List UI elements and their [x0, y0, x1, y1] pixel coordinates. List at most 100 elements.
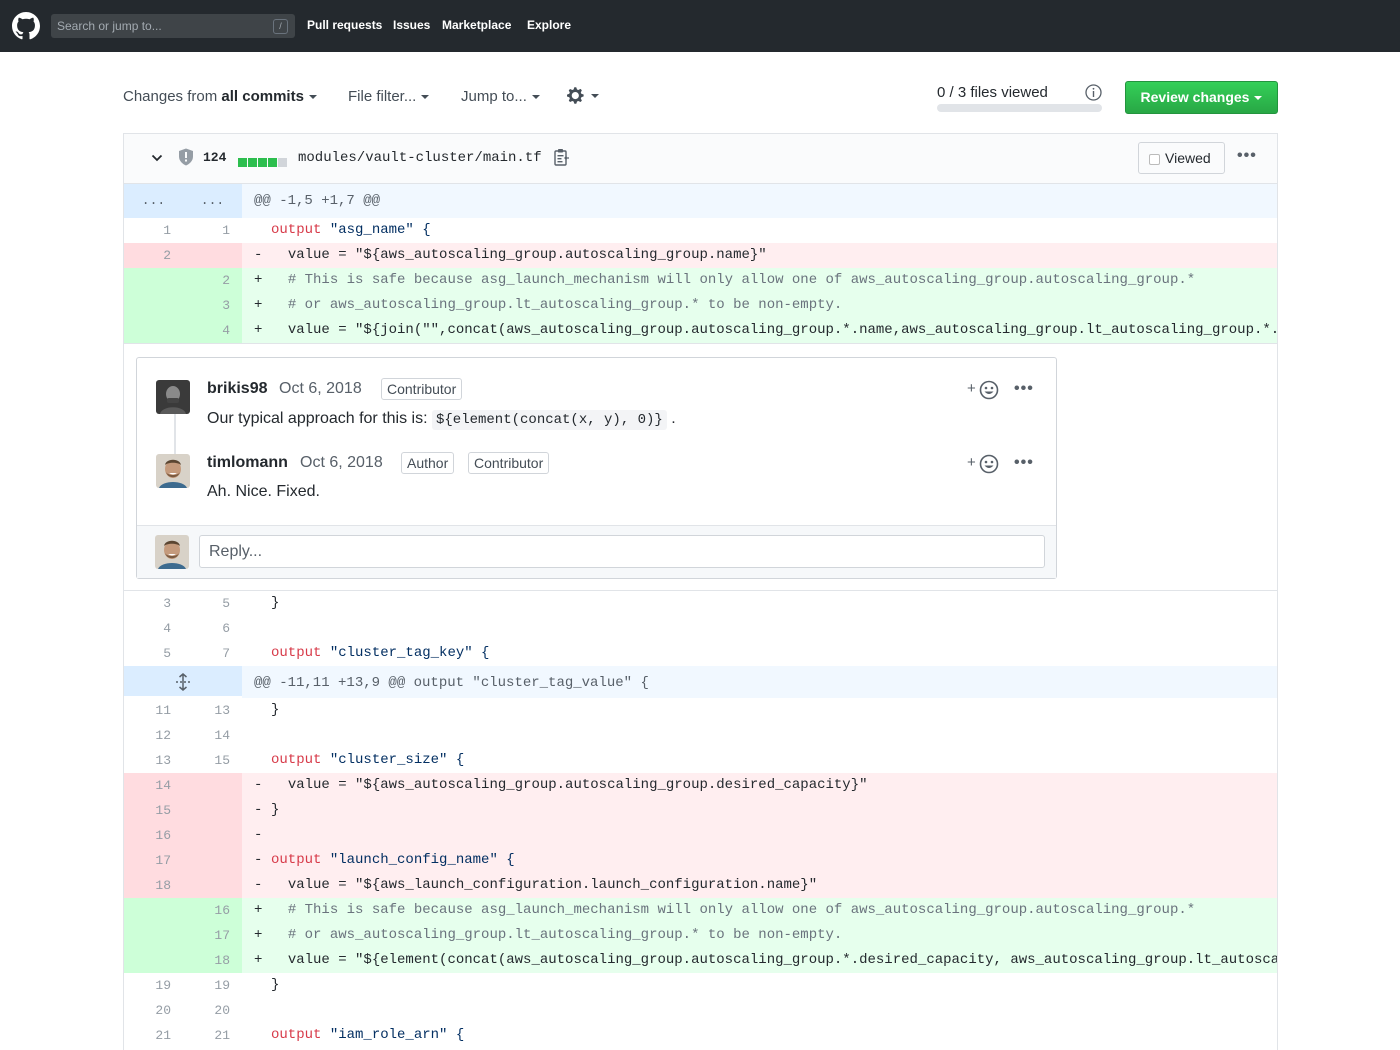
new-line-number[interactable]: 20	[183, 998, 242, 1023]
old-line-number[interactable]: 14	[124, 773, 183, 798]
old-line-number[interactable]: 20	[124, 998, 183, 1023]
new-line-number[interactable]	[183, 798, 242, 823]
new-line-number[interactable]	[183, 848, 242, 873]
old-line-number[interactable]: 16	[124, 823, 183, 848]
line-code	[242, 616, 1277, 641]
line-code: + # This is safe because asg_launch_mech…	[242, 268, 1277, 293]
expand-up-button[interactable]: ...	[124, 184, 183, 218]
old-line-number[interactable]: 5	[124, 641, 183, 666]
expand-button[interactable]	[124, 666, 242, 696]
new-line-number[interactable]: 4	[183, 318, 242, 343]
old-line-number[interactable]	[124, 268, 183, 293]
old-line-number[interactable]: 3	[124, 591, 183, 616]
diff-line: 11 13 }	[124, 698, 1277, 723]
old-line-number[interactable]	[124, 318, 183, 343]
diff-line: 5 7 output "cluster_tag_key" {	[124, 641, 1277, 666]
old-line-number[interactable]: 15	[124, 798, 183, 823]
old-line-number[interactable]	[124, 898, 183, 923]
new-line-number[interactable]	[183, 243, 242, 268]
avatar[interactable]	[156, 380, 190, 414]
smiley-icon	[979, 380, 999, 400]
file-filter-dropdown[interactable]: File filter...	[348, 88, 430, 105]
search-box[interactable]: /	[51, 14, 295, 38]
caret-down-icon	[1254, 96, 1263, 101]
viewed-checkbox[interactable]	[1149, 154, 1160, 165]
code-text: value = "${aws_autoscaling_group.autosca…	[287, 247, 767, 263]
old-line-number[interactable]: 21	[124, 1023, 183, 1048]
old-line-number[interactable]: 11	[124, 698, 183, 723]
line-code: - output "launch_config_name" {	[242, 848, 1277, 873]
file-path-link[interactable]: modules/vault-cluster/main.tf	[298, 150, 542, 166]
code-text: }	[271, 977, 280, 993]
old-line-number[interactable]	[124, 923, 183, 948]
new-line-number[interactable]: 7	[183, 641, 242, 666]
line-code	[242, 723, 1277, 748]
old-line-number[interactable]: 4	[124, 616, 183, 641]
jump-to-dropdown[interactable]: Jump to...	[461, 88, 540, 105]
old-line-number[interactable]	[124, 948, 183, 973]
line-code: + # or aws_autoscaling_group.lt_autoscal…	[242, 293, 1277, 318]
new-line-number[interactable]: 13	[183, 698, 242, 723]
chevron-down-icon[interactable]	[151, 152, 163, 164]
old-line-number[interactable]: 2	[124, 243, 183, 268]
nav-marketplace[interactable]: Marketplace	[442, 18, 511, 32]
new-line-number[interactable]	[183, 823, 242, 848]
new-line-number[interactable]: 19	[183, 973, 242, 998]
comment-author[interactable]: timlomann	[207, 454, 288, 472]
nav-issues[interactable]: Issues	[393, 18, 430, 32]
new-line-number[interactable]: 3	[183, 293, 242, 318]
old-line-number[interactable]: 1	[124, 218, 183, 243]
new-line-number[interactable]: 18	[183, 948, 242, 973]
avatar[interactable]	[156, 454, 190, 488]
more-options-icon[interactable]: •••	[1237, 147, 1257, 165]
hunk-header-text: @@ -11,11 +13,9 @@ output "cluster_tag_v…	[242, 666, 1277, 700]
hunk-header: ... ... @@ -1,5 +1,7 @@	[124, 184, 1277, 218]
file-filter-label: File filter...	[348, 88, 417, 105]
search-input[interactable]	[57, 17, 257, 35]
new-line-number[interactable]: 16	[183, 898, 242, 923]
review-changes-button[interactable]: Review changes	[1125, 81, 1278, 114]
viewed-checkbox-button[interactable]: Viewed	[1138, 142, 1225, 174]
new-line-number[interactable]: 1	[183, 218, 242, 243]
plus-symbol: +	[967, 380, 976, 397]
comment-more-icon[interactable]: •••	[1014, 454, 1034, 472]
changes-from-dropdown[interactable]: Changes from all commits	[123, 88, 317, 105]
diff-line: 21 21 output "iam_role_arn" {	[124, 1023, 1277, 1048]
info-icon[interactable]	[1085, 84, 1102, 101]
expand-down-button[interactable]: ...	[183, 184, 242, 218]
new-line-number[interactable]: 14	[183, 723, 242, 748]
nav-pull-requests[interactable]: Pull requests	[307, 18, 382, 32]
new-line-number[interactable]: 5	[183, 591, 242, 616]
new-line-number[interactable]	[183, 873, 242, 898]
reply-input[interactable]	[199, 535, 1045, 568]
old-line-number[interactable]: 12	[124, 723, 183, 748]
new-line-number[interactable]: 21	[183, 1023, 242, 1048]
comment-author[interactable]: brikis98	[207, 380, 267, 398]
author-label: Author	[401, 452, 455, 474]
diff-settings-dropdown[interactable]	[567, 86, 599, 105]
comment-date[interactable]: Oct 6, 2018	[279, 380, 362, 398]
github-logo-icon[interactable]	[12, 12, 40, 40]
old-line-number[interactable]: 13	[124, 748, 183, 773]
new-line-number[interactable]: 17	[183, 923, 242, 948]
new-line-number[interactable]: 15	[183, 748, 242, 773]
new-line-number[interactable]: 2	[183, 268, 242, 293]
old-line-number[interactable]: 19	[124, 973, 183, 998]
files-viewed-progress	[937, 104, 1102, 112]
add-reaction-button[interactable]: +	[967, 453, 1001, 475]
old-line-number[interactable]: 17	[124, 848, 183, 873]
code-text: "cluster_tag_key" {	[321, 645, 490, 661]
add-reaction-button[interactable]: +	[967, 379, 1001, 401]
nav-explore[interactable]: Explore	[527, 18, 571, 32]
gear-icon	[567, 87, 584, 104]
new-line-number[interactable]	[183, 773, 242, 798]
old-line-number[interactable]	[124, 293, 183, 318]
comment-date[interactable]: Oct 6, 2018	[300, 454, 383, 472]
old-line-number[interactable]: 18	[124, 873, 183, 898]
changes-from-prefix: Changes from	[123, 88, 218, 105]
new-line-number[interactable]: 6	[183, 616, 242, 641]
clipboard-icon[interactable]	[553, 148, 570, 166]
keyword: output	[271, 752, 322, 768]
comment-more-icon[interactable]: •••	[1014, 380, 1034, 398]
diffstat-block	[248, 158, 257, 167]
